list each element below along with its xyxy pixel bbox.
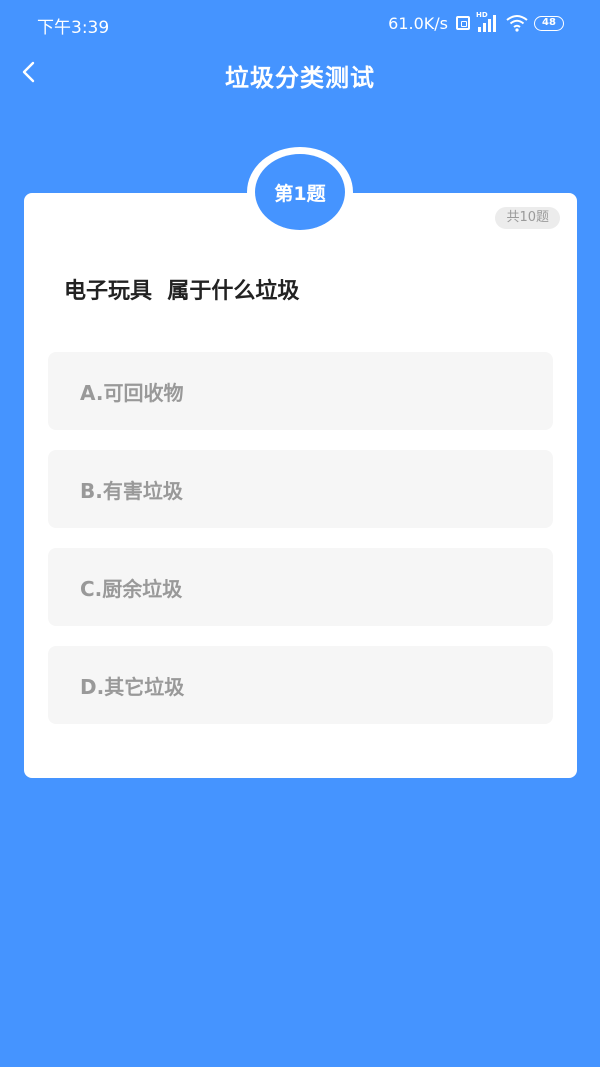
question-number-badge: 第1题 [255, 154, 345, 230]
page-title: 垃圾分类测试 [225, 64, 375, 92]
quiz-card: 共10题 电子玩具 属于什么垃圾 A.可回收物 B.有害垃圾 C.厨余垃圾 D.… [24, 193, 577, 778]
signal-hd-label: HD [476, 11, 488, 19]
signal-icon: HD [476, 11, 500, 32]
question-text: 电子玩具 属于什么垃圾 [64, 279, 300, 304]
battery-icon: 48 [534, 15, 564, 31]
status-icons: 61.0K/s HD 48 [388, 11, 564, 34]
option-b[interactable]: B.有害垃圾 [48, 450, 553, 528]
option-a[interactable]: A.可回收物 [48, 352, 553, 430]
hotspot-icon [456, 16, 470, 30]
option-d[interactable]: D.其它垃圾 [48, 646, 553, 724]
status-time: 下午3:39 [37, 18, 110, 38]
option-c[interactable]: C.厨余垃圾 [48, 548, 553, 626]
total-questions-badge: 共10题 [495, 207, 560, 229]
nav-bar: 垃圾分类测试 [0, 46, 600, 102]
net-speed: 61.0K/s [388, 13, 448, 33]
status-bar: 下午3:39 61.0K/s HD 48 [0, 0, 600, 46]
wifi-icon [506, 14, 528, 32]
